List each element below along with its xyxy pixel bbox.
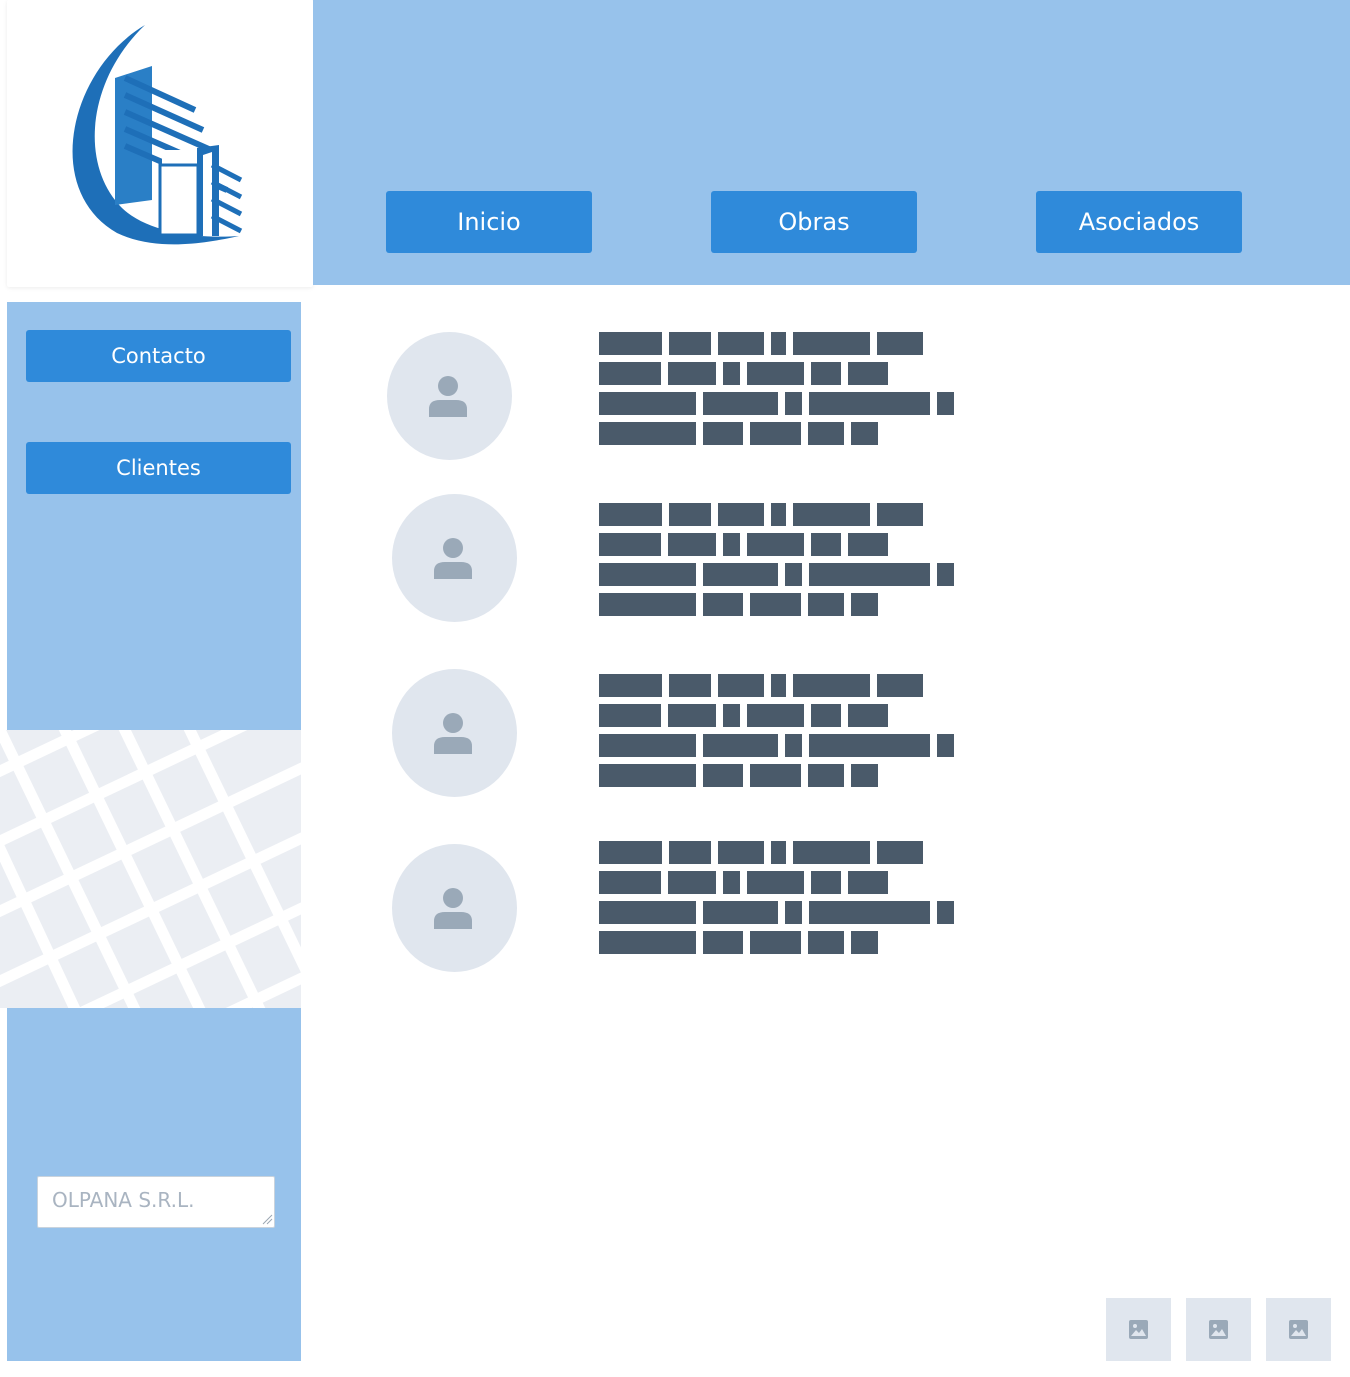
map-image[interactable] bbox=[0, 730, 301, 1008]
user-icon bbox=[434, 538, 472, 579]
redacted-bio-text bbox=[599, 674, 955, 788]
header-bar: Inicio Obras Asociados bbox=[313, 0, 1350, 285]
user-icon bbox=[434, 713, 472, 754]
redacted-bio-text bbox=[599, 841, 955, 955]
user-icon bbox=[434, 888, 472, 929]
avatar bbox=[392, 494, 517, 622]
building-logo-icon bbox=[72, 25, 243, 245]
image-icon bbox=[1209, 1320, 1228, 1339]
company-logo[interactable] bbox=[7, 0, 313, 287]
image-icon bbox=[1129, 1320, 1148, 1339]
redacted-bio-text bbox=[599, 332, 955, 446]
resize-handle-icon[interactable] bbox=[261, 1213, 273, 1225]
nav-asociados-button[interactable]: Asociados bbox=[1036, 191, 1242, 253]
nav-inicio-button[interactable]: Inicio bbox=[386, 191, 592, 253]
user-icon bbox=[429, 376, 467, 417]
map-pattern-icon bbox=[0, 730, 301, 1008]
avatar bbox=[392, 669, 517, 797]
avatar bbox=[387, 332, 512, 460]
clientes-button[interactable]: Clientes bbox=[26, 442, 291, 494]
avatar bbox=[392, 844, 517, 972]
image-thumbnail[interactable] bbox=[1186, 1298, 1251, 1361]
company-name-field[interactable] bbox=[37, 1176, 275, 1228]
redacted-bio-text bbox=[599, 503, 955, 617]
image-icon bbox=[1289, 1320, 1308, 1339]
image-thumbnail[interactable] bbox=[1106, 1298, 1171, 1361]
nav-obras-button[interactable]: Obras bbox=[711, 191, 917, 253]
contacto-button[interactable]: Contacto bbox=[26, 330, 291, 382]
image-thumbnail[interactable] bbox=[1266, 1298, 1331, 1361]
